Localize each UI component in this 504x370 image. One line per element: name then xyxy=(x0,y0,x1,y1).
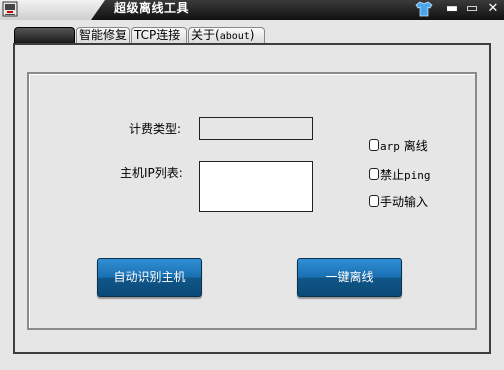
tab-content-panel: 计费类型: 主机IP列表: arp 离线 禁止ping 手动输入 自动识别主机 … xyxy=(13,43,491,354)
tab-smart-repair[interactable]: 智能修复 xyxy=(76,27,130,43)
tab-about[interactable]: 关于(about) xyxy=(188,27,265,43)
tab-about-prefix: 关于( xyxy=(191,28,220,42)
tshirt-icon xyxy=(415,1,433,17)
manual-input-checkbox[interactable]: 手动输入 xyxy=(369,195,428,209)
app-icon xyxy=(2,1,18,17)
tab-about-suffix: ) xyxy=(249,28,255,42)
minimize-button[interactable]: ▬ xyxy=(445,0,459,18)
block-ping-checkbox[interactable]: 禁止ping xyxy=(369,168,431,183)
tab-smart-repair-label: 智能修复 xyxy=(79,28,128,42)
inner-group-panel: 计费类型: 主机IP列表: arp 离线 禁止ping 手动输入 自动识别主机 … xyxy=(27,72,477,330)
checkbox-prefix: 禁止 xyxy=(380,168,405,182)
tab-about-word: about xyxy=(219,31,250,42)
checkbox-box[interactable] xyxy=(369,168,379,180)
title-bar[interactable]: 超级离线工具 ▬ ▭ ✕ xyxy=(0,0,504,20)
arp-offline-checkbox[interactable]: arp 离线 xyxy=(369,139,428,154)
checkbox-label: 手动输入 xyxy=(380,195,429,209)
billing-type-field[interactable] xyxy=(199,117,313,140)
host-ip-list-textarea[interactable] xyxy=(199,161,313,212)
tab-tcp-connections[interactable]: TCP连接 xyxy=(131,27,187,43)
tab-tcp-connections-label: TCP连接 xyxy=(134,28,181,42)
one-click-offline-button[interactable]: 一键离线 xyxy=(297,258,402,297)
billing-type-label: 计费类型: xyxy=(129,122,182,136)
checkbox-label: 离线 xyxy=(399,139,428,153)
checkbox-label: ping xyxy=(404,169,431,182)
close-button[interactable]: ✕ xyxy=(486,0,500,18)
skin-button[interactable] xyxy=(414,0,434,18)
window-title: 超级离线工具 xyxy=(114,1,190,15)
checkbox-box[interactable] xyxy=(369,195,379,207)
auto-detect-host-button[interactable]: 自动识别主机 xyxy=(97,258,202,297)
host-ip-list-label: 主机IP列表: xyxy=(120,166,183,180)
tab-main[interactable] xyxy=(14,27,75,43)
checkbox-prefix: arp xyxy=(380,140,400,153)
maximize-button[interactable]: ▭ xyxy=(465,0,479,18)
checkbox-box[interactable] xyxy=(369,139,379,151)
